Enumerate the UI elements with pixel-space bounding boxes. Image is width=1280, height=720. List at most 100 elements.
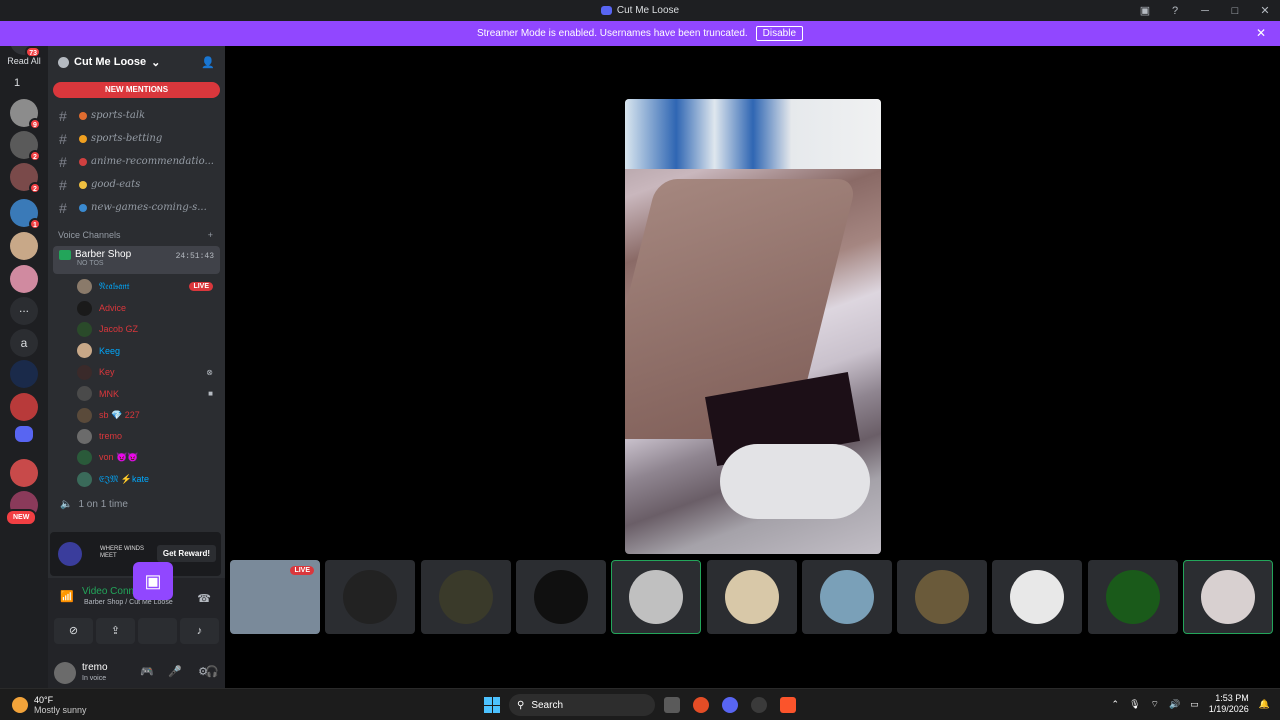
- avatar: [533, 570, 588, 624]
- voice-user[interactable]: sb 💎 227: [48, 404, 225, 425]
- username[interactable]: tremo: [82, 662, 108, 673]
- microphone-icon[interactable]: 🎙: [1129, 699, 1140, 710]
- minimize-button[interactable]: ─: [1190, 5, 1220, 17]
- participant-tile[interactable]: [325, 560, 416, 634]
- twitch-icon[interactable]: ▣: [133, 562, 173, 600]
- screen-share-icon[interactable]: ⇪: [96, 618, 135, 644]
- channel-sports-betting[interactable]: # sports-betting: [48, 127, 225, 150]
- clock[interactable]: 1:53 PM 1/19/2026: [1209, 693, 1249, 715]
- inbox-icon[interactable]: ▣: [1130, 4, 1160, 17]
- channel-emoji-icon: [79, 111, 87, 120]
- voice-user[interactable]: MNK ■: [48, 383, 225, 404]
- focused-stream-video[interactable]: [625, 99, 881, 554]
- voice-user[interactable]: von 😈😈: [48, 447, 225, 468]
- server-icon[interactable]: 2: [10, 163, 41, 194]
- notifications-icon[interactable]: 🔔: [1259, 699, 1270, 710]
- voice-user[interactable]: Advice: [48, 297, 225, 318]
- close-button[interactable]: ✕: [1250, 4, 1280, 17]
- chevron-up-icon[interactable]: ⌃: [1112, 699, 1120, 710]
- participant-tile[interactable]: [801, 560, 892, 634]
- windows-start-icon[interactable]: [484, 697, 500, 713]
- new-servers-badge[interactable]: NEW: [5, 509, 38, 526]
- participant-tile[interactable]: [611, 560, 702, 634]
- channel-good-eats[interactable]: # good-eats: [48, 173, 225, 196]
- participant-tile[interactable]: [420, 560, 511, 634]
- voice-user[interactable]: Keeg: [48, 340, 225, 361]
- folder-icon[interactable]: [15, 426, 33, 442]
- voice-channel-1-on-1[interactable]: 🔈 1 on 1 time: [48, 494, 225, 516]
- wifi-icon[interactable]: ⌔: [1151, 699, 1159, 710]
- voice-user[interactable]: tremo: [48, 426, 225, 447]
- soundboard-icon[interactable]: ♪: [180, 618, 219, 644]
- disconnect-icon[interactable]: ☎: [197, 592, 211, 605]
- camera-off-icon[interactable]: ⊘: [54, 618, 93, 644]
- channel-new-games[interactable]: # new-games-coming-s...: [48, 196, 225, 219]
- weather-widget[interactable]: 40°F Mostly sunny: [12, 695, 87, 715]
- server-icon[interactable]: 9: [10, 99, 41, 130]
- avatar: [915, 570, 970, 624]
- server-icon[interactable]: [10, 265, 38, 293]
- more-servers-button[interactable]: ...: [10, 297, 38, 325]
- hash-icon: #: [59, 130, 67, 147]
- participant-tile[interactable]: [992, 560, 1083, 634]
- microphone-icon[interactable]: 🎤: [168, 665, 182, 678]
- participant-tile[interactable]: [897, 560, 988, 634]
- user-status-icon: ■: [208, 389, 213, 399]
- channel-anime-recommendations[interactable]: # anime-recommendatio...: [48, 150, 225, 173]
- avatar: [77, 386, 92, 402]
- avatar: [343, 570, 398, 624]
- channel-sports-talk[interactable]: # sports-talk: [48, 104, 225, 127]
- server-header[interactable]: Cut Me Loose ⌄ 👤: [48, 46, 225, 78]
- new-mentions-button[interactable]: NEW MENTIONS: [53, 82, 220, 98]
- window-title: Cut Me Loose: [600, 5, 679, 16]
- server-icon[interactable]: a: [10, 329, 38, 357]
- voice-user[interactable]: 𝔑𝔢𝔞𝔩𝔰𝔞𝔫𝔱 LIVE: [48, 276, 225, 297]
- user-status-icon: ⊗: [206, 367, 213, 377]
- voice-username: Jacob GZ: [99, 324, 139, 335]
- battery-icon[interactable]: ▭: [1190, 699, 1199, 710]
- chrome-icon[interactable]: [693, 697, 709, 713]
- read-all-button[interactable]: Read All: [0, 56, 48, 66]
- voice-user[interactable]: 𝔈𝔍𝔐 ⚡kate: [48, 469, 225, 490]
- participant-tile[interactable]: LIVE: [230, 560, 320, 634]
- voice-user[interactable]: Jacob GZ: [48, 319, 225, 340]
- avatar[interactable]: [54, 662, 76, 684]
- channel-emoji-icon: [79, 180, 87, 189]
- server-icon[interactable]: 1: [10, 199, 41, 230]
- server-icon[interactable]: [10, 360, 38, 388]
- get-reward-button[interactable]: Get Reward!: [156, 545, 216, 562]
- voice-channels-category[interactable]: Voice Channels +: [48, 226, 225, 244]
- voice-location[interactable]: Barber Shop / Cut Me Loose: [84, 599, 173, 606]
- banner-close-icon[interactable]: ✕: [1256, 26, 1266, 40]
- participant-tile[interactable]: [515, 560, 606, 634]
- app-icon[interactable]: [751, 697, 767, 713]
- hash-icon: #: [59, 176, 67, 193]
- hash-icon: #: [59, 107, 67, 124]
- help-icon[interactable]: ?: [1160, 5, 1190, 17]
- search-box[interactable]: ⚲ Search: [509, 694, 655, 716]
- title-bar: Cut Me Loose ▣ ? ─ □ ✕: [0, 0, 1280, 21]
- participant-tile[interactable]: [706, 560, 797, 634]
- activities-icon[interactable]: [138, 618, 177, 644]
- server-icon[interactable]: [10, 393, 38, 421]
- add-channel-icon[interactable]: +: [208, 230, 213, 240]
- voice-username: Keeg: [99, 345, 121, 356]
- discord-icon[interactable]: [722, 697, 738, 713]
- controller-icon[interactable]: 🎮: [140, 665, 154, 678]
- voice-channel-barber-shop[interactable]: Barber Shop NO TOS 24:51:43: [53, 246, 220, 274]
- maximize-button[interactable]: □: [1220, 5, 1250, 17]
- server-icon[interactable]: 2: [10, 131, 41, 162]
- voice-user[interactable]: Key ⊗: [48, 362, 225, 383]
- volume-icon[interactable]: 🔊: [1169, 699, 1180, 710]
- server-icon[interactable]: [10, 232, 38, 260]
- participant-tile[interactable]: [1087, 560, 1178, 634]
- disable-streamer-mode-button[interactable]: Disable: [755, 26, 804, 41]
- brave-icon[interactable]: [780, 697, 796, 713]
- task-view-icon[interactable]: [664, 697, 680, 713]
- invite-people-icon[interactable]: 👤: [201, 56, 215, 69]
- hash-icon: #: [59, 153, 67, 170]
- server-icon[interactable]: [10, 459, 38, 487]
- participant-tile[interactable]: [1183, 560, 1273, 634]
- gear-icon[interactable]: ⚙: [198, 665, 208, 678]
- avatar: [77, 407, 92, 423]
